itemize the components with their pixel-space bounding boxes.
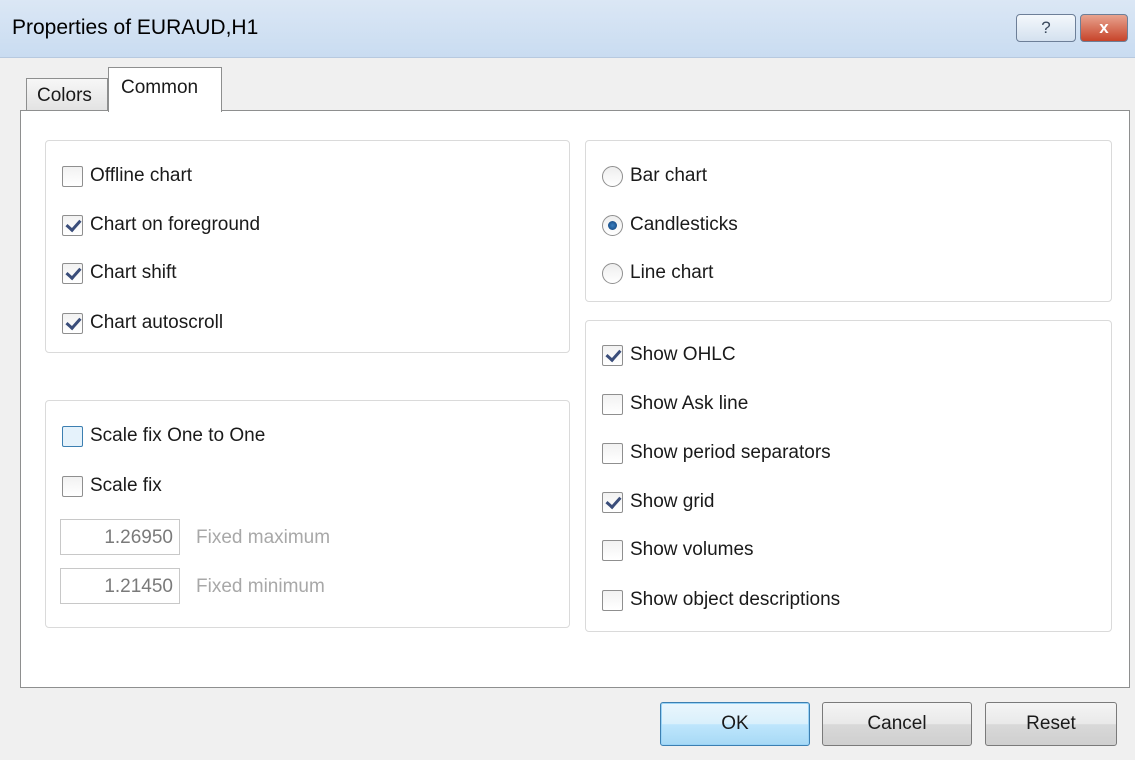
scale-fix-one-to-one-label: Scale fix One to One — [90, 425, 266, 446]
chart-shift-checkbox[interactable] — [62, 262, 83, 284]
title-bar: Properties of EURAUD,H1 ? x — [0, 0, 1135, 58]
chart-on-foreground-checkbox[interactable] — [62, 214, 83, 236]
ok-button[interactable]: OK — [660, 702, 810, 746]
fixed-minimum-input[interactable]: 1.21450 — [60, 568, 180, 604]
close-button[interactable]: x — [1080, 14, 1128, 42]
help-button[interactable]: ? — [1016, 14, 1076, 42]
show-ohlc-label: Show OHLC — [630, 344, 736, 365]
chart-autoscroll-checkbox[interactable] — [62, 312, 83, 334]
line-chart-radio[interactable] — [602, 262, 623, 284]
show-ask-line-option[interactable]: Show Ask line — [602, 391, 748, 417]
candlesticks-label: Candlesticks — [630, 214, 738, 235]
show-period-separators-option[interactable]: Show period separators — [602, 440, 831, 466]
chart-autoscroll-label: Chart autoscroll — [90, 312, 224, 333]
cancel-button[interactable]: Cancel — [822, 702, 972, 746]
show-volumes-label: Show volumes — [630, 539, 754, 560]
bar-chart-option[interactable]: Bar chart — [602, 163, 707, 189]
tab-colors[interactable]: Colors — [26, 78, 108, 110]
scale-fix-one-to-one-checkbox[interactable] — [62, 425, 83, 447]
close-icon: x — [1099, 18, 1109, 37]
chart-autoscroll-option[interactable]: Chart autoscroll — [62, 310, 223, 336]
offline-chart-label: Offline chart — [90, 165, 193, 186]
show-grid-option[interactable]: Show grid — [602, 489, 715, 515]
chart-on-foreground-label: Chart on foreground — [90, 214, 261, 235]
offline-chart-option[interactable]: Offline chart — [62, 163, 192, 189]
chart-shift-option[interactable]: Chart shift — [62, 260, 177, 286]
show-ask-line-label: Show Ask line — [630, 393, 749, 414]
scale-fix-option[interactable]: Scale fix — [62, 473, 162, 499]
show-volumes-checkbox[interactable] — [602, 539, 623, 561]
show-object-descriptions-checkbox[interactable] — [602, 589, 623, 611]
candlesticks-radio[interactable] — [602, 214, 623, 236]
fixed-maximum-input[interactable]: 1.26950 — [60, 519, 180, 555]
window-title: Properties of EURAUD,H1 — [12, 16, 259, 39]
line-chart-label: Line chart — [630, 262, 714, 283]
tab-colors-label: Colors — [37, 85, 92, 106]
bar-chart-label: Bar chart — [630, 165, 708, 186]
tab-common[interactable]: Common — [108, 67, 222, 112]
fixed-maximum-label: Fixed maximum — [196, 527, 331, 548]
bar-chart-radio[interactable] — [602, 165, 623, 187]
scale-fix-label: Scale fix — [90, 475, 162, 496]
fixed-minimum-label: Fixed minimum — [196, 576, 325, 597]
chart-on-foreground-option[interactable]: Chart on foreground — [62, 212, 260, 238]
show-object-descriptions-option[interactable]: Show object descriptions — [602, 587, 840, 613]
show-ohlc-checkbox[interactable] — [602, 344, 623, 366]
show-ask-line-checkbox[interactable] — [602, 393, 623, 415]
scale-fix-checkbox[interactable] — [62, 475, 83, 497]
show-grid-checkbox[interactable] — [602, 491, 623, 513]
show-grid-label: Show grid — [630, 491, 715, 512]
show-ohlc-option[interactable]: Show OHLC — [602, 342, 736, 368]
offline-chart-checkbox[interactable] — [62, 165, 83, 187]
scale-fix-one-to-one-option[interactable]: Scale fix One to One — [62, 423, 265, 449]
show-period-separators-label: Show period separators — [630, 442, 831, 463]
line-chart-option[interactable]: Line chart — [602, 260, 713, 286]
help-icon: ? — [1041, 18, 1051, 37]
show-object-descriptions-label: Show object descriptions — [630, 589, 841, 610]
candlesticks-option[interactable]: Candlesticks — [602, 212, 738, 238]
show-period-separators-checkbox[interactable] — [602, 442, 623, 464]
show-volumes-option[interactable]: Show volumes — [602, 537, 754, 563]
tab-common-label: Common — [121, 77, 199, 98]
chart-shift-label: Chart shift — [90, 262, 177, 283]
reset-button[interactable]: Reset — [985, 702, 1117, 746]
